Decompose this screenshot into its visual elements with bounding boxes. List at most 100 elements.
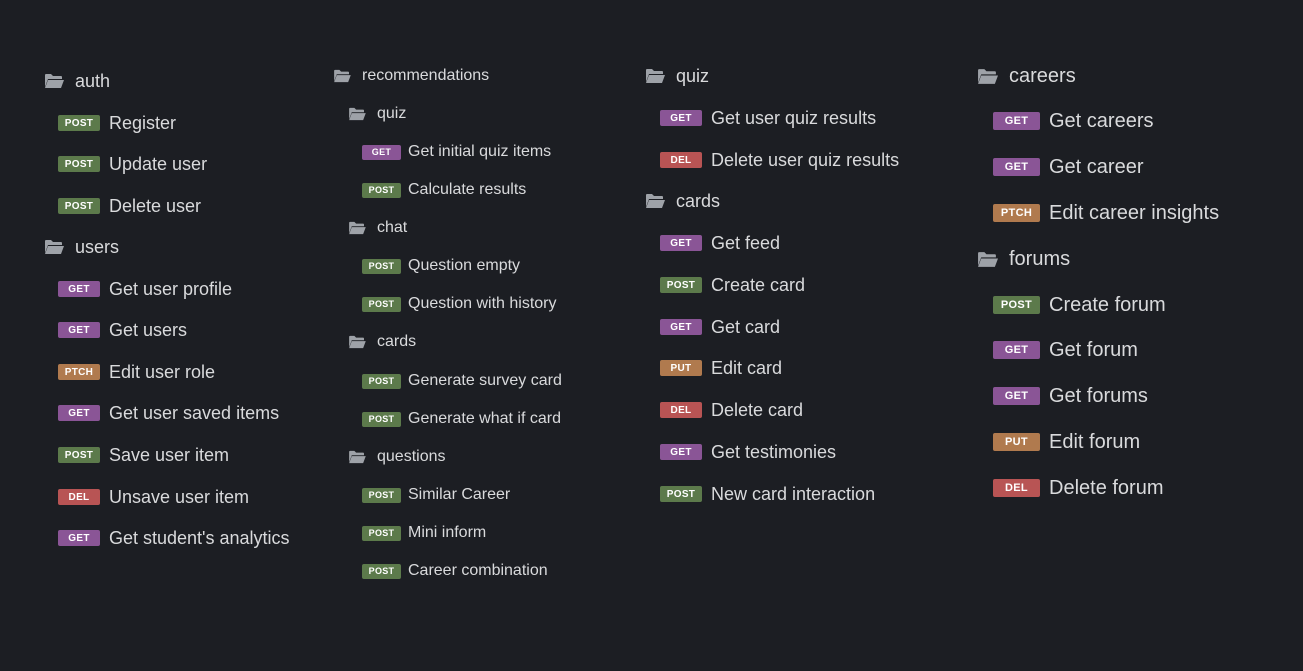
request-item[interactable]: POST Create forum	[993, 294, 1166, 317]
request-item[interactable]: POST Register	[58, 113, 176, 134]
folder-quiz[interactable]: quiz	[348, 105, 406, 123]
request-label: Unsave user item	[109, 486, 250, 507]
method-badge: POST	[362, 258, 401, 274]
method-badge: POST	[58, 447, 100, 463]
request-item[interactable]: GET Get initial quiz items	[362, 143, 551, 161]
request-label: Create card	[711, 274, 806, 295]
request-label: Get card	[711, 316, 781, 337]
folder-icon	[348, 450, 366, 464]
request-item[interactable]: DEL Unsave user item	[58, 487, 249, 508]
request-item[interactable]: GET Get career	[993, 156, 1143, 179]
request-item[interactable]: GET Get user profile	[58, 279, 232, 300]
request-item[interactable]: GET Get user saved items	[58, 403, 279, 424]
request-item[interactable]: PTCH Edit career insights	[993, 202, 1219, 225]
request-item[interactable]: POST Generate survey card	[362, 372, 562, 390]
request-item[interactable]: DEL Delete card	[660, 400, 803, 421]
folder-label: users	[75, 236, 120, 257]
request-item[interactable]: GET Get card	[660, 317, 780, 338]
request-item[interactable]: GET Get user quiz results	[660, 108, 876, 129]
request-label: Delete user	[109, 195, 202, 216]
method-badge: POST	[362, 487, 401, 503]
request-item[interactable]: PUT Edit forum	[993, 431, 1140, 454]
request-item[interactable]: POST Calculate results	[362, 181, 526, 199]
request-label: Get initial quiz items	[408, 143, 552, 160]
request-item[interactable]: POST Save user item	[58, 445, 229, 466]
method-badge: POST	[58, 198, 100, 214]
request-label: Edit user role	[109, 361, 216, 382]
folder-icon	[44, 73, 64, 89]
method-badge: POST	[362, 182, 401, 198]
request-item[interactable]: POST Generate what if card	[362, 410, 561, 428]
request-label: Get users	[109, 319, 188, 340]
request-item[interactable]: PTCH Edit user role	[58, 362, 215, 383]
request-label: Create forum	[1049, 293, 1166, 316]
folder-label: forums	[1009, 247, 1071, 270]
request-item[interactable]: PUT Edit card	[660, 358, 782, 379]
method-badge: GET	[660, 235, 702, 251]
request-item[interactable]: GET Get careers	[993, 110, 1153, 133]
folder-recommendations[interactable]: recommendations	[333, 67, 489, 85]
request-item[interactable]: POST Question with history	[362, 295, 557, 313]
request-item[interactable]: POST New card interaction	[660, 484, 875, 505]
request-item[interactable]: POST Delete user	[58, 196, 201, 217]
request-item[interactable]: GET Get users	[58, 320, 187, 341]
folder-icon	[333, 69, 351, 83]
method-badge: POST	[362, 525, 401, 541]
folder-icon	[348, 335, 366, 349]
request-label: Generate what if card	[408, 410, 561, 427]
request-item[interactable]: GET Get feed	[660, 233, 780, 254]
request-item[interactable]: POST Update user	[58, 154, 207, 175]
folder-quiz[interactable]: quiz	[645, 66, 709, 87]
folder-forums[interactable]: forums	[977, 248, 1070, 271]
folder-cards[interactable]: cards	[348, 333, 416, 351]
method-badge: POST	[362, 411, 401, 427]
request-item[interactable]: POST Similar Career	[362, 486, 510, 504]
method-badge: GET	[362, 144, 401, 160]
request-label: New card interaction	[711, 483, 876, 504]
request-label: Similar Career	[408, 486, 511, 503]
method-badge: GET	[993, 341, 1040, 359]
request-label: Get careers	[1049, 109, 1154, 132]
folder-label: recommendations	[362, 67, 490, 84]
request-label: Mini inform	[408, 524, 487, 541]
folder-questions[interactable]: questions	[348, 448, 446, 466]
request-label: Save user item	[109, 444, 230, 465]
folder-cards[interactable]: cards	[645, 191, 720, 212]
request-item[interactable]: GET Get student's analytics	[58, 528, 290, 549]
method-badge: GET	[993, 158, 1040, 176]
folder-label: chat	[377, 219, 408, 236]
request-label: Get forums	[1049, 384, 1148, 407]
request-item[interactable]: DEL Delete user quiz results	[660, 150, 899, 171]
request-item[interactable]: POST Mini inform	[362, 524, 486, 542]
folder-label: auth	[75, 70, 111, 91]
request-label: Delete card	[711, 399, 804, 420]
request-item[interactable]: GET Get forums	[993, 385, 1148, 408]
method-badge: GET	[993, 387, 1040, 405]
method-badge: GET	[660, 319, 702, 335]
request-label: Edit career insights	[1049, 201, 1220, 224]
method-badge: PTCH	[993, 204, 1040, 222]
method-badge: DEL	[993, 479, 1040, 497]
folder-auth[interactable]: auth	[44, 71, 110, 92]
request-item[interactable]: POST Career combination	[362, 562, 548, 580]
folder-label: careers	[1009, 64, 1076, 87]
request-label: Delete forum	[1049, 476, 1164, 499]
method-badge: PUT	[660, 360, 702, 376]
folder-careers[interactable]: careers	[977, 65, 1076, 88]
method-badge: GET	[58, 530, 100, 546]
folder-users[interactable]: users	[44, 237, 119, 258]
request-label: Career combination	[408, 562, 548, 579]
request-label: Question with history	[408, 295, 557, 312]
request-item[interactable]: GET Get forum	[993, 339, 1138, 362]
request-item[interactable]: POST Create card	[660, 275, 805, 296]
folder-label: cards	[676, 190, 721, 211]
request-item[interactable]: DEL Delete forum	[993, 477, 1164, 500]
request-label: Generate survey card	[408, 372, 562, 389]
folder-label: questions	[377, 448, 446, 465]
folder-chat[interactable]: chat	[348, 219, 407, 237]
request-item[interactable]: GET Get testimonies	[660, 442, 836, 463]
request-item[interactable]: POST Question empty	[362, 257, 520, 275]
request-label: Edit forum	[1049, 430, 1141, 453]
request-label: Update user	[109, 153, 208, 174]
method-badge: PTCH	[58, 364, 100, 380]
